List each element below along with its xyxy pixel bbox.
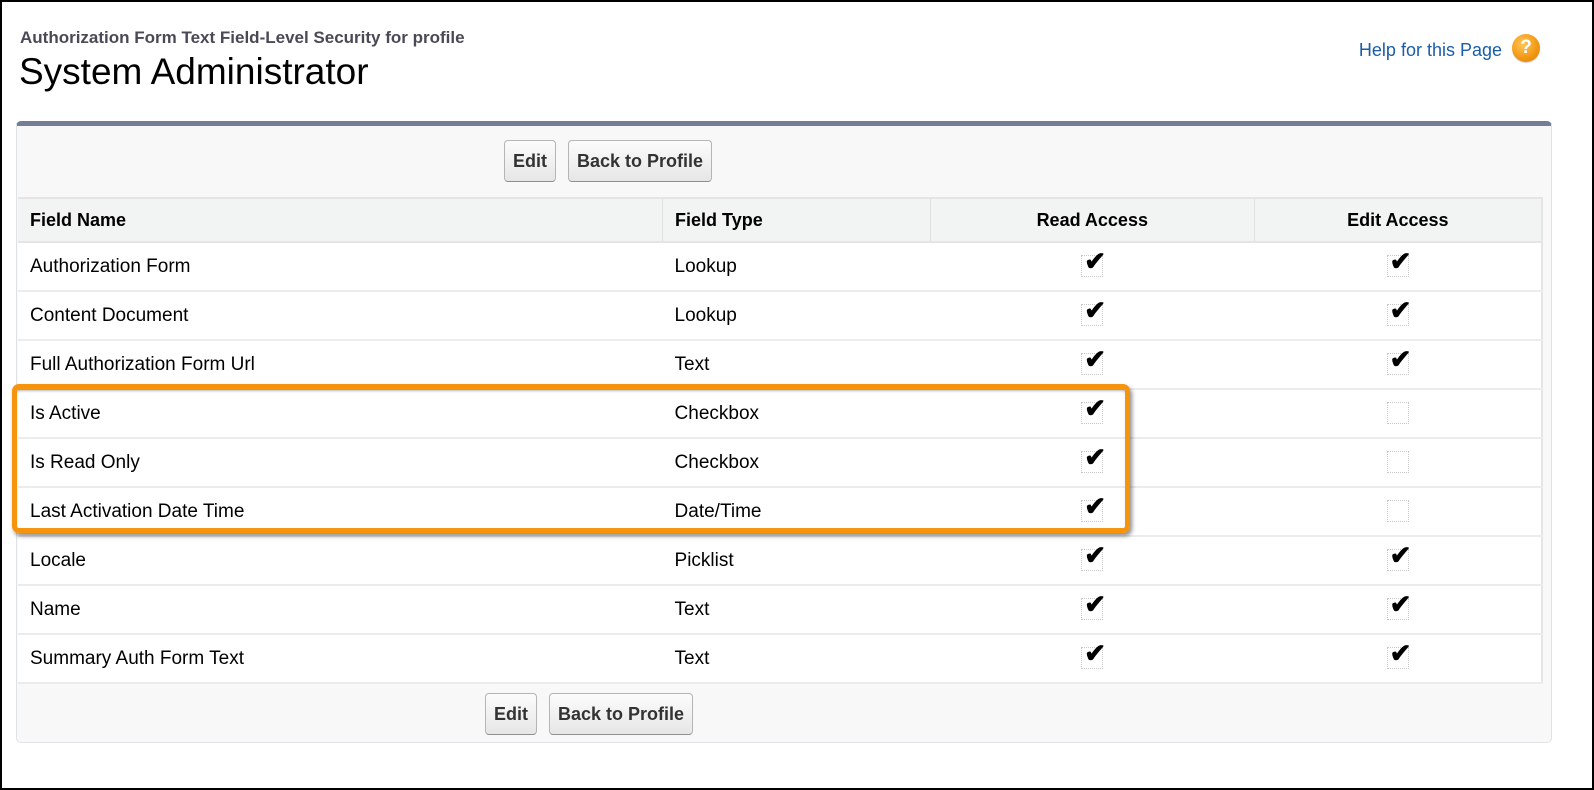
unchecked-checkbox-icon <box>1386 500 1409 523</box>
checked-checkbox-icon: ✔ <box>1386 248 1411 278</box>
checkmark-icon: ✔ <box>1084 540 1107 571</box>
field-name-cell: Full Authorization Form Url <box>18 340 663 390</box>
field-security-panel: Edit Back to Profile Field Name Field Ty… <box>16 121 1552 743</box>
checked-checkbox-icon: ✔ <box>1386 591 1411 621</box>
field-name-cell: Authorization Form <box>18 242 663 292</box>
help-section: Help for this Page ? <box>1359 34 1540 62</box>
read-access-cell: ✔ <box>930 487 1255 537</box>
column-header-field-type[interactable]: Field Type <box>662 197 931 243</box>
field-type-cell: Text <box>662 585 931 635</box>
field-name-cell: Summary Auth Form Text <box>18 634 663 684</box>
field-name-cell: Is Read Only <box>18 438 663 488</box>
edit-access-cell <box>1254 487 1542 537</box>
field-name-cell: Is Active <box>18 389 663 439</box>
checkmark-icon: ✔ <box>1389 540 1412 571</box>
read-access-cell: ✔ <box>930 389 1255 439</box>
table-header-row: Field Name Field Type Read Access Edit A… <box>18 197 1543 243</box>
page-subtitle: Authorization Form Text Field-Level Secu… <box>20 28 465 47</box>
edit-access-cell: ✔ <box>1254 242 1542 292</box>
checked-checkbox-icon: ✔ <box>1081 248 1106 278</box>
table-row: Last Activation Date Time Date/Time ✔ <box>18 487 1542 537</box>
table-row: Full Authorization Form Url Text ✔ ✔ <box>18 340 1542 390</box>
field-type-cell: Picklist <box>662 536 931 586</box>
read-access-cell: ✔ <box>930 242 1255 292</box>
checked-checkbox-icon: ✔ <box>1081 297 1106 327</box>
column-header-read-access: Read Access <box>930 197 1255 243</box>
checkmark-icon: ✔ <box>1389 638 1412 669</box>
read-access-cell: ✔ <box>930 438 1255 488</box>
edit-access-cell <box>1254 389 1542 439</box>
checkmark-icon: ✔ <box>1389 246 1412 277</box>
bottom-button-row: Edit Back to Profile <box>485 693 694 735</box>
table-row: Authorization Form Lookup ✔ ✔ <box>18 242 1542 292</box>
read-access-cell: ✔ <box>930 536 1255 586</box>
unchecked-checkbox-icon <box>1386 451 1409 474</box>
page-title: System Administrator <box>19 51 369 92</box>
question-mark-icon[interactable]: ? <box>1512 34 1540 62</box>
column-header-field-name[interactable]: Field Name <box>18 197 664 243</box>
checked-checkbox-icon: ✔ <box>1386 640 1411 670</box>
read-access-cell: ✔ <box>930 340 1255 390</box>
edit-button-top[interactable]: Edit <box>504 140 556 182</box>
checkmark-icon: ✔ <box>1389 589 1412 620</box>
checkmark-icon: ✔ <box>1084 295 1107 326</box>
checked-checkbox-icon: ✔ <box>1386 297 1411 327</box>
checked-checkbox-icon: ✔ <box>1081 346 1106 376</box>
table-row: Name Text ✔ ✔ <box>18 585 1542 635</box>
edit-access-cell: ✔ <box>1254 634 1542 684</box>
unchecked-checkbox-icon <box>1386 402 1409 425</box>
field-type-cell: Lookup <box>662 242 931 292</box>
table-row: Is Read Only Checkbox ✔ <box>18 438 1542 488</box>
edit-access-cell: ✔ <box>1254 536 1542 586</box>
checked-checkbox-icon: ✔ <box>1081 395 1106 425</box>
checked-checkbox-icon: ✔ <box>1081 640 1106 670</box>
checked-checkbox-icon: ✔ <box>1081 493 1106 523</box>
checkmark-icon: ✔ <box>1084 491 1107 522</box>
checked-checkbox-icon: ✔ <box>1386 542 1411 572</box>
checkmark-icon: ✔ <box>1084 442 1107 473</box>
checked-checkbox-icon: ✔ <box>1081 591 1106 621</box>
checkmark-icon: ✔ <box>1084 393 1107 424</box>
field-name-cell: Content Document <box>18 291 663 341</box>
field-security-table: Field Name Field Type Read Access Edit A… <box>18 197 1543 684</box>
read-access-cell: ✔ <box>930 291 1255 341</box>
edit-access-cell: ✔ <box>1254 340 1542 390</box>
table-row: Content Document Lookup ✔ ✔ <box>18 291 1542 341</box>
table-row: Is Active Checkbox ✔ <box>18 389 1542 439</box>
checked-checkbox-icon: ✔ <box>1081 444 1106 474</box>
field-type-cell: Text <box>662 634 931 684</box>
back-to-profile-button-bottom[interactable]: Back to Profile <box>549 693 694 735</box>
edit-button-bottom[interactable]: Edit <box>485 693 537 735</box>
checked-checkbox-icon: ✔ <box>1081 542 1106 572</box>
field-name-cell: Locale <box>18 536 663 586</box>
checkmark-icon: ✔ <box>1084 246 1107 277</box>
field-type-cell: Date/Time <box>662 487 931 537</box>
checkmark-icon: ✔ <box>1084 638 1107 669</box>
column-header-edit-access: Edit Access <box>1254 197 1543 243</box>
checkmark-icon: ✔ <box>1389 344 1412 375</box>
table-row: Summary Auth Form Text Text ✔ ✔ <box>18 634 1542 684</box>
checkmark-icon: ✔ <box>1389 295 1412 326</box>
read-access-cell: ✔ <box>930 585 1255 635</box>
checkmark-icon: ✔ <box>1084 344 1107 375</box>
field-name-cell: Name <box>18 585 663 635</box>
field-type-cell: Lookup <box>662 291 931 341</box>
field-name-cell: Last Activation Date Time <box>18 487 663 537</box>
table-row: Locale Picklist ✔ ✔ <box>18 536 1542 586</box>
read-access-cell: ✔ <box>930 634 1255 684</box>
back-to-profile-button-top[interactable]: Back to Profile <box>568 140 713 182</box>
checkmark-icon: ✔ <box>1084 589 1107 620</box>
field-type-cell: Text <box>662 340 931 390</box>
field-type-cell: Checkbox <box>662 438 931 488</box>
help-link[interactable]: Help for this Page <box>1359 40 1502 61</box>
edit-access-cell: ✔ <box>1254 291 1542 341</box>
field-type-cell: Checkbox <box>662 389 931 439</box>
edit-access-cell <box>1254 438 1542 488</box>
top-button-row: Edit Back to Profile <box>504 140 713 182</box>
checked-checkbox-icon: ✔ <box>1386 346 1411 376</box>
edit-access-cell: ✔ <box>1254 585 1542 635</box>
